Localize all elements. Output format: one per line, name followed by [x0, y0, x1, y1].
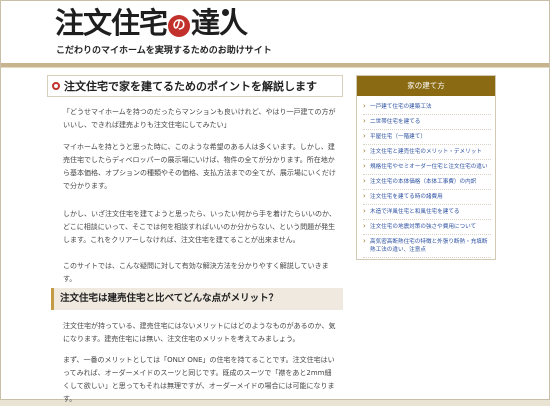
sidebar-heading: 家の建て方: [357, 76, 495, 96]
sidebar-nav: 一戸建て住宅の建築工法 二世帯住宅を建てる 平屋住宅（一階建て） 注文住宅と建売…: [357, 96, 495, 258]
logo-text-after: 達人: [191, 6, 248, 40]
intro-quote: 「どうせマイホームを持つのだったらマンションも良いけれど、やはり一戸建ての方がい…: [63, 108, 336, 129]
sidebar-link[interactable]: 注文住宅の本体価格（本体工事費）の内訳: [363, 175, 491, 190]
sidebar-link[interactable]: 二世帯住宅を建てる: [363, 115, 491, 130]
logo-text-before: 注文住宅: [55, 6, 168, 40]
article-title: 注文住宅で家を建てるためのポイントを解説します: [47, 75, 343, 97]
header-divider-light: [1, 67, 549, 68]
sidebar-link[interactable]: 注文住宅を建てる時の諸費用: [363, 190, 491, 205]
site-tagline: こだわりのマイホームを実現するためのお助けサイト: [56, 46, 272, 56]
sidebar-link[interactable]: 高気密高断熱住宅の特徴と外張り断熱・充填断熱工法の違い、注意点: [363, 235, 491, 258]
sidebar-link[interactable]: 一戸建て住宅の建築工法: [363, 100, 491, 115]
section-paragraph: まず、一番のメリットとしては「ONLY ONE」の住宅を持てることです。注文住宅…: [63, 356, 335, 403]
site-header: 注文住宅 の 達人 こだわりのマイホームを実現するためのお助けサイト: [1, 1, 549, 68]
sidebar-link[interactable]: 規格住宅やセミオーダー住宅と注文住宅の違い: [363, 160, 491, 175]
sidebar-link[interactable]: 注文住宅の地震対策の強さや費用について: [363, 220, 491, 235]
logo-dot-icon: [222, 9, 229, 16]
page-frame: 注文住宅 の 達人 こだわりのマイホームを実現するためのお助けサイト 注文住宅で…: [0, 0, 550, 403]
sidebar-link[interactable]: 注文住宅と建売住宅のメリット・デメリット: [363, 145, 491, 160]
logo-circle-char: の: [168, 15, 191, 37]
section-heading: 注文住宅は建売住宅と比べてどんな点がメリット？: [51, 288, 343, 310]
site-logo[interactable]: 注文住宅 の 達人: [55, 6, 248, 40]
sidebar-link[interactable]: 木造で洋風住宅と和風住宅を建てる: [363, 205, 491, 220]
sidebar-link[interactable]: 平屋住宅（一階建て）: [363, 130, 491, 145]
body-paragraph: マイホームを持とうと思った時に、このような希望のある人は多くいます。しかし、建売…: [63, 143, 336, 190]
article-title-text: 注文住宅で家を建てるためのポイントを解説します: [64, 80, 317, 93]
body-paragraph: このサイトでは、こんな疑問に対して有効な解決方法を分かりやすく解説していきます。: [63, 262, 329, 283]
sidebar: 家の建て方 一戸建て住宅の建築工法 二世帯住宅を建てる 平屋住宅（一階建て） 注…: [356, 75, 496, 260]
section-paragraph: 注文住宅が持っている、建売住宅にはないメリットにはどのようなものがあるのか、気に…: [63, 322, 336, 343]
title-bullet-icon: [52, 82, 60, 90]
body-paragraph: しかし、いざ注文住宅を建てようと思ったら、いったい何から手を着けたらいいのか、ど…: [63, 210, 336, 244]
